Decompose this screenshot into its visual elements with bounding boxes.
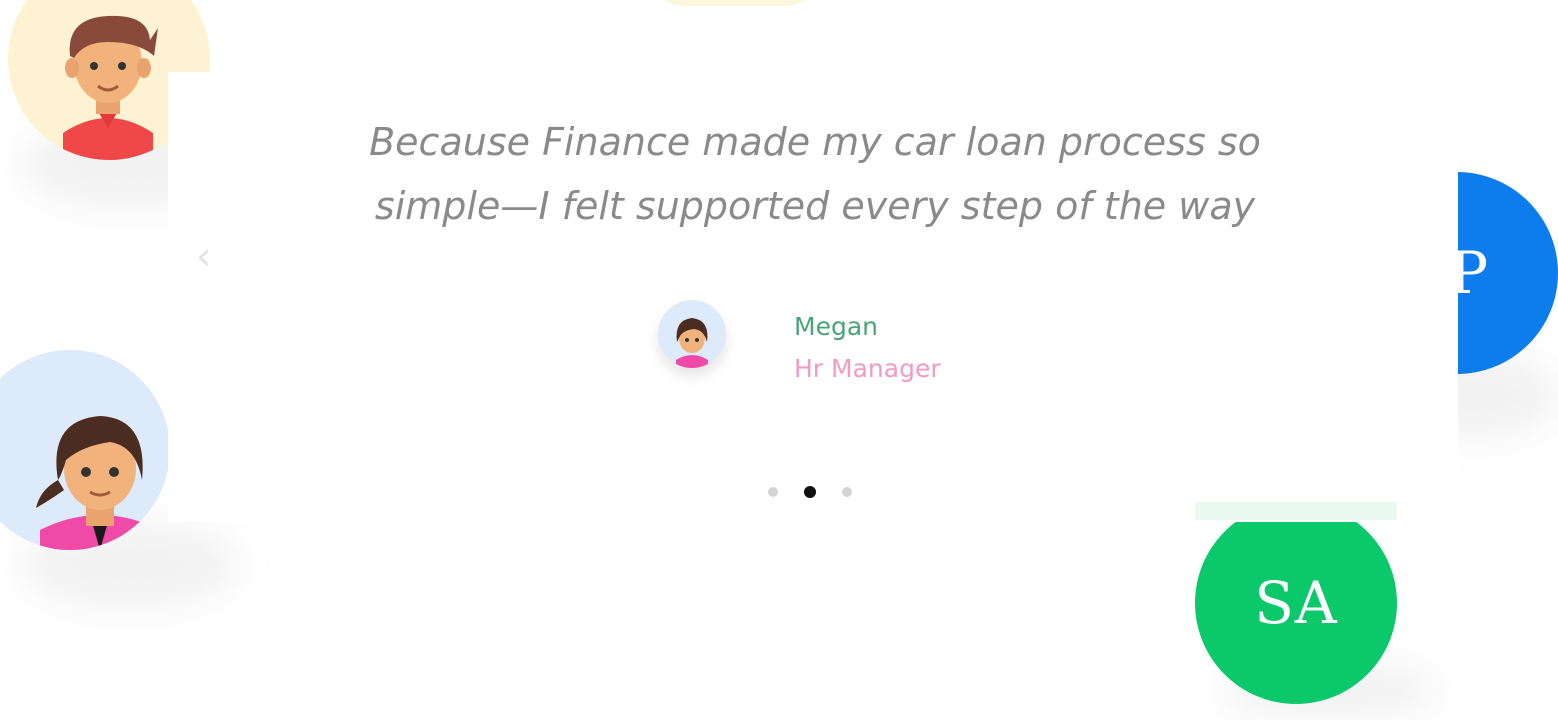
author-avatar bbox=[658, 300, 726, 368]
testimonial-quote: Because Finance made my car loan process… bbox=[270, 110, 1360, 238]
author-name: Megan bbox=[794, 312, 878, 341]
quote-line: simple—I felt supported every step of th… bbox=[374, 184, 1256, 228]
avatar-initials: SA bbox=[1254, 569, 1338, 637]
card-edge bbox=[1195, 502, 1397, 520]
avatar-peek-top bbox=[640, 0, 830, 6]
chevron-left-icon[interactable]: ‹ bbox=[196, 236, 222, 276]
avatar-sa[interactable]: SA bbox=[1195, 502, 1397, 704]
author-role: Hr Manager bbox=[794, 354, 941, 383]
quote-line: Because Finance made my car loan process… bbox=[369, 120, 1261, 164]
carousel-dot[interactable] bbox=[842, 487, 852, 497]
carousel-dot-active[interactable] bbox=[804, 486, 816, 498]
author-avatar-illustration bbox=[676, 318, 708, 368]
carousel-dot[interactable] bbox=[768, 487, 778, 497]
